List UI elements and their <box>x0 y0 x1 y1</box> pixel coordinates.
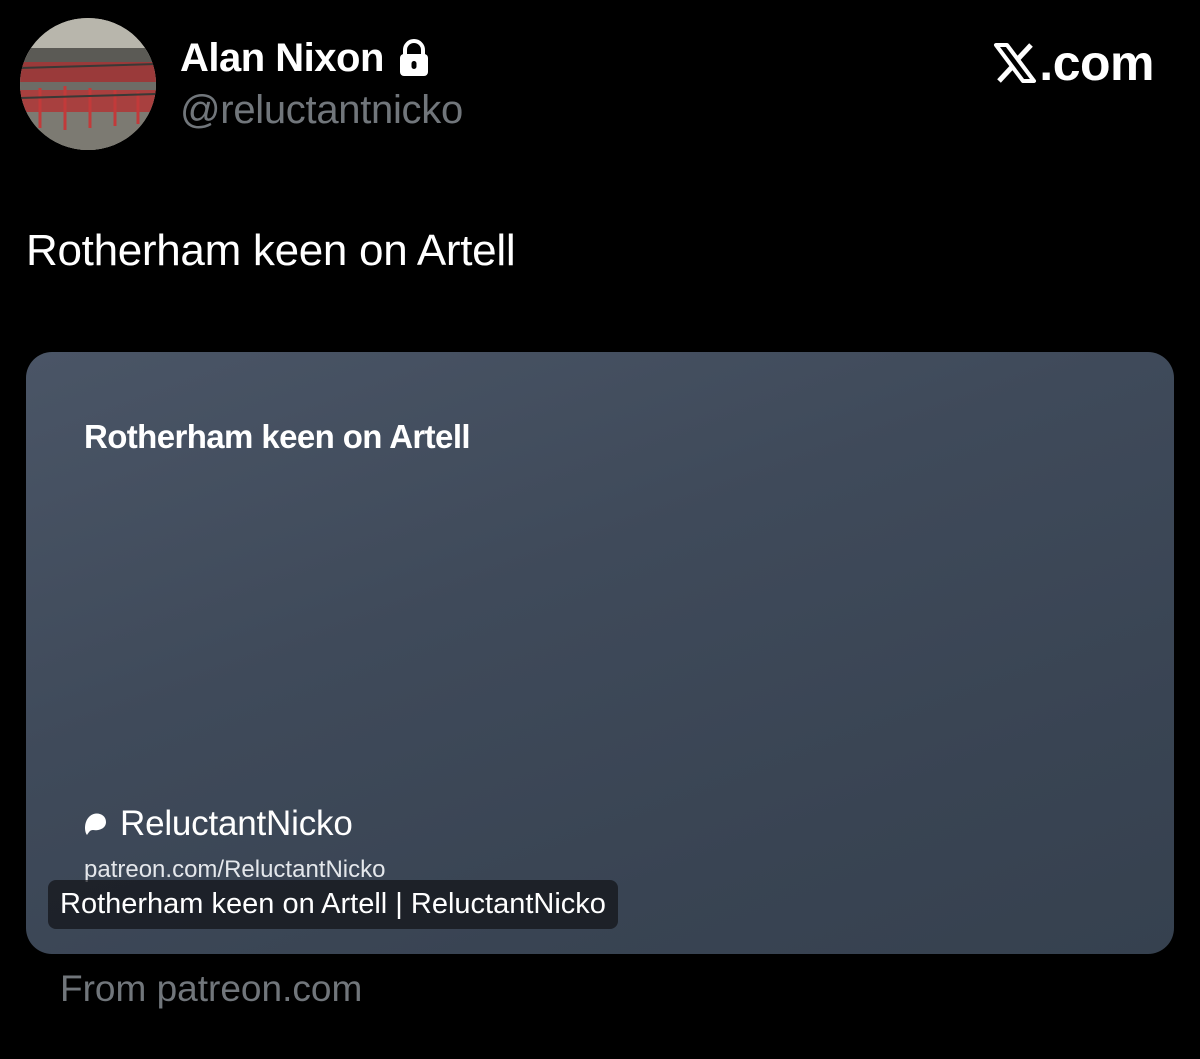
author-name[interactable]: Alan Nixon <box>180 36 384 81</box>
link-preview-card[interactable]: Rotherham keen on Artell ReluctantNicko … <box>26 352 1174 954</box>
card-headline: Rotherham keen on Artell <box>84 418 471 455</box>
card-creator: ReluctantNicko <box>82 804 353 844</box>
author-name-row: Alan Nixon <box>180 32 432 84</box>
brand-text: .com <box>1039 35 1154 91</box>
card-title-overlay: Rotherham keen on Artell | ReluctantNick… <box>48 880 618 929</box>
author-avatar[interactable] <box>20 18 156 150</box>
stadium-photo-avatar <box>20 18 156 150</box>
lock-icon <box>396 38 432 78</box>
tweet-screenshot: Alan Nixon @reluctantnicko .com Rotherha… <box>0 0 1200 1059</box>
creator-name: ReluctantNicko <box>120 804 353 843</box>
brand-watermark: .com <box>993 34 1154 92</box>
patreon-icon <box>82 811 108 837</box>
card-source[interactable]: From patreon.com <box>60 968 362 1010</box>
tweet-text: Rotherham keen on Artell <box>26 226 516 275</box>
author-handle[interactable]: @reluctantnicko <box>180 88 463 133</box>
x-logo-icon <box>993 41 1037 85</box>
